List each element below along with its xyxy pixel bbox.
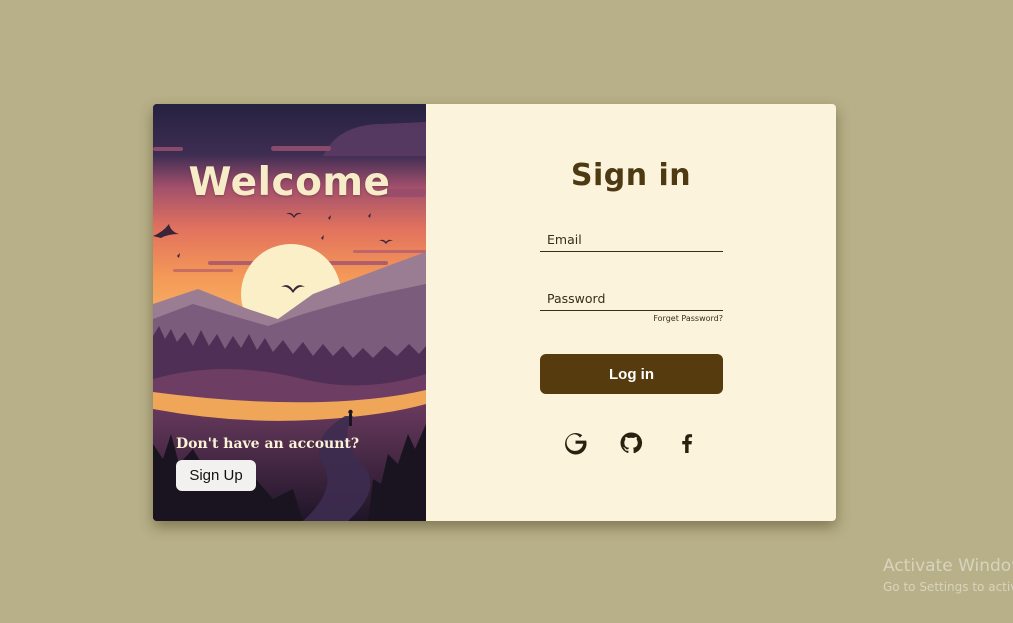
sign-in-panel: Sign in Forget Password? Log in (426, 104, 836, 521)
log-in-button[interactable]: Log in (540, 354, 723, 394)
google-icon[interactable] (562, 430, 588, 456)
page-title: Sign in (570, 158, 692, 193)
forgot-password-link[interactable]: Forget Password? (653, 314, 723, 323)
no-account-text: Don't have an account? (176, 436, 360, 452)
password-field[interactable] (540, 287, 723, 311)
login-card: Welcome Don't have an account? Sign Up S… (153, 104, 836, 521)
social-login-group (562, 430, 702, 456)
facebook-icon[interactable] (674, 430, 700, 456)
welcome-heading: Welcome (188, 160, 391, 205)
sign-up-button[interactable]: Sign Up (176, 460, 256, 491)
activate-windows-watermark: Activate Windows Go to Settings to activ… (883, 556, 1013, 595)
github-icon[interactable] (618, 430, 644, 456)
watermark-title: Activate Windows (883, 556, 1013, 576)
email-field[interactable] (540, 228, 723, 252)
watermark-subtitle: Go to Settings to activate Windows. (883, 580, 1013, 594)
welcome-panel: Welcome Don't have an account? Sign Up (153, 104, 426, 521)
